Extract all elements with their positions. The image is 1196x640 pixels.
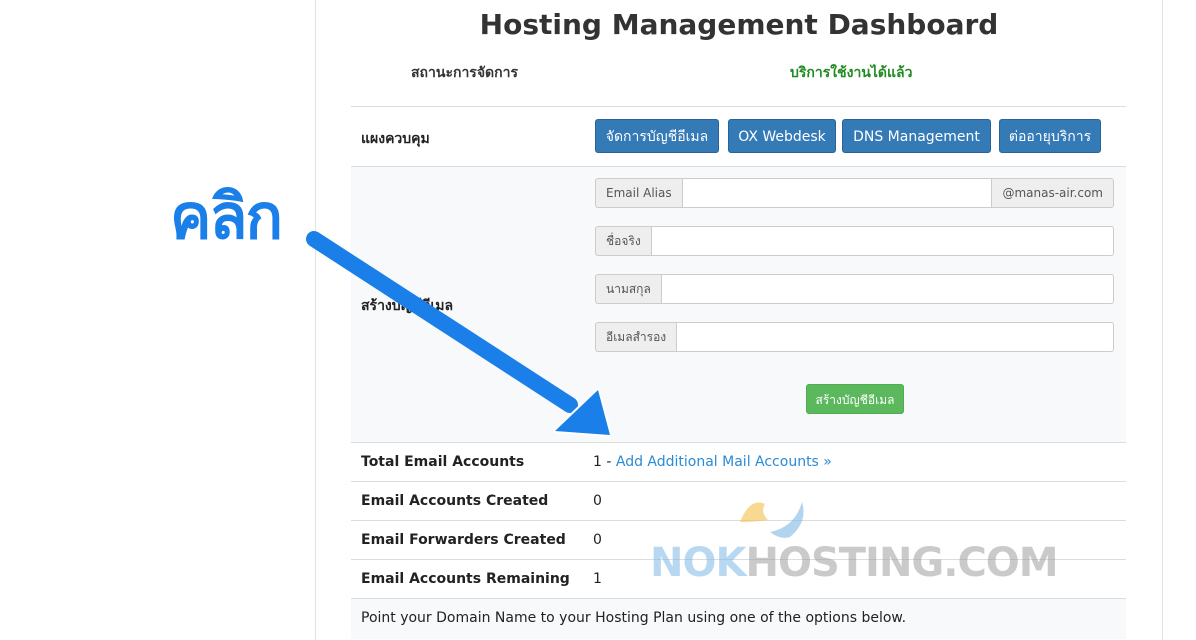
forwarders-created-value: 0 [593,532,602,548]
accounts-remaining-value: 1 [593,571,602,587]
first-name-input[interactable] [650,226,1114,256]
total-accounts-value: 1 - Add Additional Mail Accounts » [593,454,832,470]
footer-note: Point your Domain Name to your Hosting P… [361,610,907,626]
status-value: บริการใช้งานได้แล้ว [790,65,913,81]
page-title: Hosting Management Dashboard [479,8,999,41]
dns-management-button[interactable]: DNS Management [842,119,991,153]
total-accounts-label: Total Email Accounts [361,454,525,470]
nokhosting-bird-icon [740,502,804,538]
email-alias-addon: Email Alias [595,178,682,208]
last-name-group: นามสกุล [595,274,1114,304]
forwarders-created-label: Email Forwarders Created [361,532,566,548]
watermark-part-1: NOK [650,540,746,586]
manage-email-button[interactable]: จัดการบัญชีอีเมล [595,119,719,153]
first-name-group: ชื่อจริง [595,226,1114,256]
email-alias-input[interactable] [681,178,993,208]
control-panel-label: แผงควบคุม [361,131,430,147]
arrow-annotation-icon [306,231,612,437]
status-label: สถานะการจัดการ [411,65,518,81]
accounts-created-label: Email Accounts Created [361,493,549,509]
domain-suffix-addon: @manas-air.com [992,178,1114,208]
ox-webdesk-button[interactable]: OX Webdesk [728,119,836,153]
total-accounts-count: 1 - [593,454,616,470]
email-alias-group: Email Alias @manas-air.com [595,178,1114,208]
backup-email-group: อีเมลสำรอง [595,322,1114,352]
footer-note-row: Point your Domain Name to your Hosting P… [351,598,1126,639]
last-name-input[interactable] [660,274,1114,304]
renew-service-button[interactable]: ต่ออายุบริการ [999,119,1101,153]
add-mail-accounts-link[interactable]: Add Additional Mail Accounts » [616,454,832,470]
click-annotation-text: คลิก [170,180,283,253]
watermark-part-2: HOSTING.COM [745,540,1058,586]
accounts-created-value: 0 [593,493,602,509]
total-accounts-row: Total Email Accounts 1 - Add Additional … [351,442,1126,482]
create-email-button[interactable]: สร้างบัญชีอีเมล [806,384,904,414]
accounts-remaining-label: Email Accounts Remaining [361,571,570,587]
nokhosting-watermark: NOKHOSTING.COM [650,540,1059,586]
backup-email-input[interactable] [676,322,1114,352]
